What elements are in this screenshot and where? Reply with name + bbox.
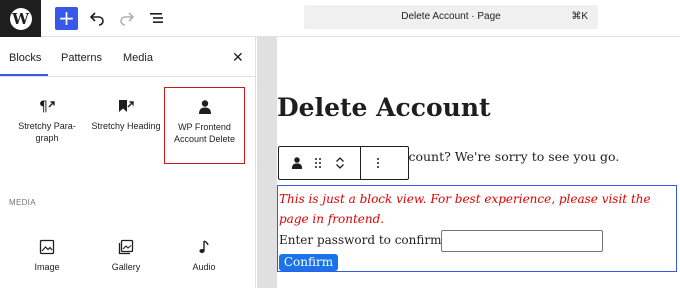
inserter-tabs: Blocks Patterns Media ✕: [0, 37, 256, 77]
more-vertical-icon: [377, 158, 379, 168]
block-type-button[interactable]: [283, 147, 311, 179]
list-view-icon: [150, 13, 163, 23]
block-label: Stretchy Para-graph: [18, 121, 76, 143]
block-toolbar: [278, 146, 409, 180]
music-note-icon: [164, 235, 244, 255]
redo-button[interactable]: [116, 7, 138, 29]
password-label: Enter password to confirm:: [279, 233, 446, 247]
confirm-button[interactable]: Confirm: [279, 254, 338, 271]
image-icon: [7, 235, 87, 255]
block-image[interactable]: Image: [7, 235, 87, 273]
editor-top-bar: W + Delete Account · Page ⌘K: [0, 0, 680, 37]
drag-handle-icon: [315, 158, 321, 168]
page-title[interactable]: Delete Account: [277, 93, 491, 122]
block-label: Audio: [192, 262, 216, 272]
move-buttons[interactable]: [329, 147, 351, 179]
keyboard-shortcut: ⌘K: [571, 11, 588, 22]
password-input[interactable]: [441, 230, 603, 252]
block-stretchy-heading[interactable]: Stretchy Heading: [86, 94, 166, 132]
block-label: Gallery: [111, 262, 141, 272]
wordpress-logo[interactable]: W: [0, 0, 41, 37]
redo-icon: [120, 12, 135, 26]
active-tab-indicator: [0, 74, 48, 76]
tab-media[interactable]: Media: [123, 52, 153, 64]
wordpress-logo-icon: W: [9, 7, 32, 30]
drag-handle[interactable]: [309, 147, 327, 179]
plus-icon: +: [58, 6, 75, 30]
undo-icon: [89, 12, 104, 26]
block-label: WP Frontend Account Delete: [173, 122, 236, 144]
paragraph-arrow-icon: ¶: [7, 94, 87, 114]
tab-patterns[interactable]: Patterns: [61, 52, 102, 64]
toolbar-divider: [360, 147, 361, 179]
list-view-button[interactable]: [146, 7, 168, 29]
gallery-icon: [86, 235, 166, 255]
more-options-button[interactable]: [367, 147, 389, 179]
tab-blocks[interactable]: Blocks: [9, 52, 41, 64]
editor-canvas[interactable]: Delete Account account? We're sorry to s…: [277, 37, 680, 288]
block-audio[interactable]: Audio: [164, 235, 244, 273]
paragraph-block[interactable]: account? We're sorry to see you go.: [394, 149, 619, 164]
chevron-up-icon[interactable]: [335, 156, 345, 163]
block-wp-frontend-account-delete[interactable]: WP Frontend Account Delete: [164, 87, 245, 164]
person-icon: [291, 157, 303, 169]
section-label-media: MEDIA: [9, 198, 36, 207]
block-gallery[interactable]: Gallery: [86, 235, 166, 273]
chevron-down-icon[interactable]: [335, 163, 345, 170]
block-label: Image: [34, 262, 60, 272]
document-title: Delete Account · Page: [401, 11, 501, 22]
person-icon: [165, 95, 244, 115]
undo-button[interactable]: [86, 7, 108, 29]
block-label: Stretchy Heading: [91, 121, 161, 131]
block-stretchy-paragraph[interactable]: ¶ Stretchy Para-graph: [7, 94, 87, 144]
bookmark-arrow-icon: [86, 94, 166, 114]
block-inserter-button[interactable]: +: [55, 7, 78, 30]
block-inserter-panel: Blocks Patterns Media ✕ ¶ Stretchy Para-…: [0, 37, 256, 288]
canvas-gutter: [257, 37, 277, 288]
account-delete-block[interactable]: This is just a block view. For best expe…: [277, 185, 677, 272]
close-icon[interactable]: ✕: [232, 49, 244, 66]
command-palette-bar[interactable]: Delete Account · Page ⌘K: [304, 5, 598, 29]
svg-text:¶: ¶: [39, 99, 48, 114]
block-view-notice: This is just a block view. For best expe…: [279, 192, 651, 226]
